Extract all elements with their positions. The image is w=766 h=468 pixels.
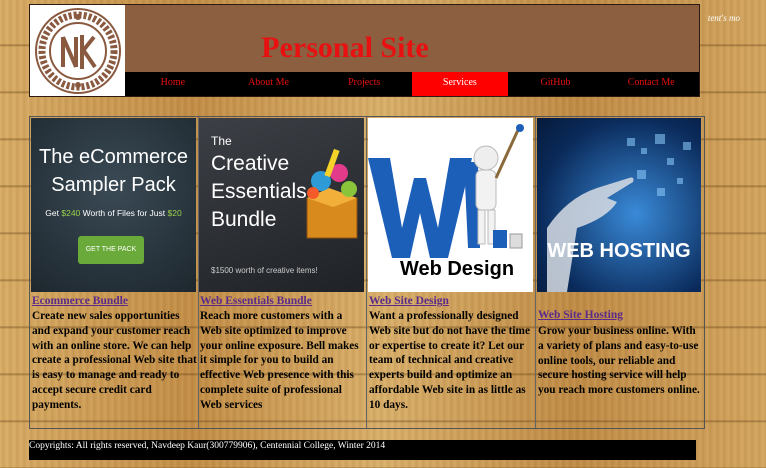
- creative-image-line2: Creative: [211, 152, 290, 175]
- creative-image-line4: Bundle: [211, 208, 277, 231]
- nav-about-me[interactable]: About Me: [221, 72, 317, 96]
- service-ecommerce: The eCommerce Sampler Pack Get $240 Wort…: [30, 117, 199, 428]
- web-design-caption: Web Design: [399, 258, 515, 280]
- ecommerce-sub-prefix: Get: [45, 208, 62, 218]
- corner-watermark-text: tent's mo: [707, 13, 740, 23]
- service-title-ecommerce[interactable]: Ecommerce Bundle: [32, 295, 128, 307]
- web-design-image: Web Design: [368, 118, 533, 292]
- creative-image-line3: Essentials: [211, 180, 307, 203]
- site-header: Personal Site Home About Me Projects Ser…: [29, 4, 700, 97]
- main-nav: Home About Me Projects Services GitHub C…: [125, 72, 699, 96]
- service-web-site-design: Web Design Web Site Design Want a profes…: [367, 117, 536, 428]
- nav-github[interactable]: GitHub: [508, 72, 604, 96]
- creative-essentials-image: The Creative Essentials Bundle $1500 wor…: [199, 118, 364, 292]
- get-the-pack-button[interactable]: GET THE PACK: [78, 236, 144, 264]
- services-table: The eCommerce Sampler Pack Get $240 Wort…: [29, 116, 705, 429]
- service-title-web-essentials[interactable]: Web Essentials Bundle: [200, 295, 312, 307]
- ecommerce-image-line1: The eCommerce: [39, 146, 188, 168]
- web-hosting-image: WEB HOSTING: [537, 118, 701, 292]
- site-logo[interactable]: [30, 5, 125, 96]
- service-desc-web-site-hosting: Grow your business online. With a variet…: [538, 325, 700, 397]
- service-desc-web-essentials: Reach more customers with a Web site opt…: [200, 310, 359, 411]
- service-desc-ecommerce: Create new sales opportunities and expan…: [32, 310, 197, 411]
- nav-contact-me[interactable]: Contact Me: [603, 72, 699, 96]
- footer-copyright: Copyrights: All rights reserved, Navdeep…: [29, 441, 386, 451]
- web-hosting-illustration-icon: [547, 134, 691, 292]
- creative-image-line1: The: [211, 134, 232, 148]
- ecommerce-image: The eCommerce Sampler Pack Get $240 Wort…: [31, 118, 196, 292]
- site-title: Personal Site: [261, 31, 429, 64]
- nav-home[interactable]: Home: [125, 72, 221, 96]
- ecommerce-image-line2: Sampler Pack: [51, 174, 176, 196]
- web-hosting-caption: WEB HOSTING: [547, 240, 691, 262]
- creative-image-footer: $1500 worth of creative items!: [211, 266, 318, 275]
- service-desc-web-site-design: Want a professionally designed Web site …: [369, 310, 530, 411]
- nav-services[interactable]: Services: [412, 72, 508, 96]
- nav-projects[interactable]: Projects: [316, 72, 412, 96]
- site-footer: Copyrights: All rights reserved, Navdeep…: [29, 440, 696, 460]
- logo-emblem-icon: [35, 8, 121, 94]
- service-web-site-hosting: WEB HOSTING Web Site Hosting Grow your b…: [536, 117, 704, 428]
- service-web-essentials: The Creative Essentials Bundle $1500 wor…: [198, 117, 367, 428]
- ecommerce-sub-amount2: $20: [167, 208, 182, 218]
- ecommerce-sub-mid: Worth of Files for Just: [80, 208, 168, 218]
- service-title-web-site-hosting[interactable]: Web Site Hosting: [538, 309, 623, 321]
- ecommerce-sub-amount1: $240: [61, 208, 81, 218]
- service-title-web-site-design[interactable]: Web Site Design: [369, 295, 449, 307]
- creative-box-icon: [306, 148, 358, 239]
- ecommerce-image-subline: Get $240 Worth of Files for Just $20: [31, 208, 196, 218]
